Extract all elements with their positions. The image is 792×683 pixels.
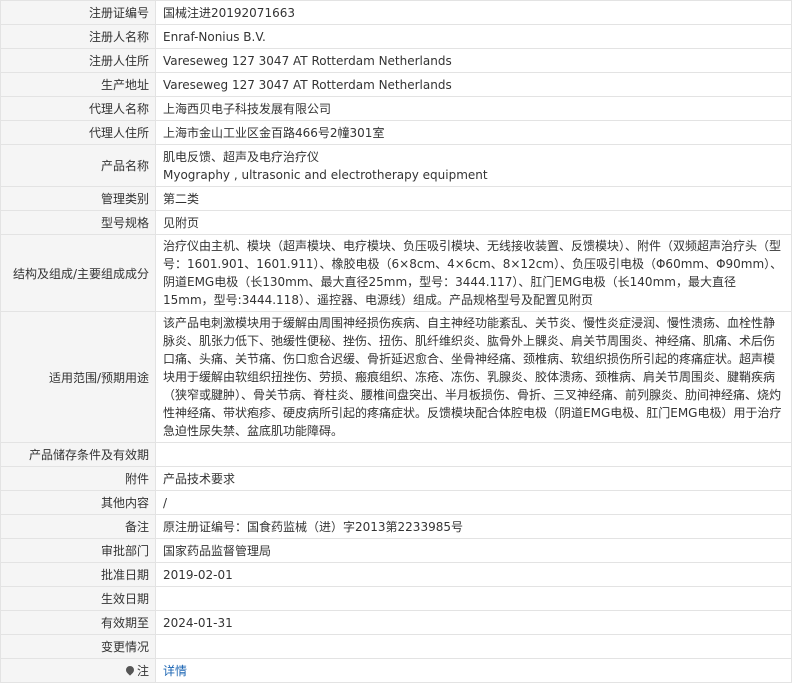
table-row: 备注 原注册证编号：国食药监械（进）字2013第2233985号 bbox=[0, 514, 792, 539]
note-label-text: 注 bbox=[136, 664, 149, 678]
registration-table: 注册证编号 国械注进20192071663 注册人名称 Enraf-Nonius… bbox=[0, 0, 792, 683]
field-value: Enraf-Nonius B.V. bbox=[155, 24, 792, 49]
field-label: 型号规格 bbox=[0, 210, 156, 235]
field-label: 审批部门 bbox=[0, 538, 156, 563]
field-value bbox=[155, 634, 792, 659]
table-row: 审批部门 国家药品监督管理局 bbox=[0, 538, 792, 563]
table-row: 产品名称 肌电反馈、超声及电疗治疗仪 Myography , ultrasoni… bbox=[0, 144, 792, 187]
field-label: 管理类别 bbox=[0, 186, 156, 211]
field-label: 代理人住所 bbox=[0, 120, 156, 145]
field-label: 变更情况 bbox=[0, 634, 156, 659]
field-label: 备注 bbox=[0, 514, 156, 539]
note-label: 注 bbox=[0, 658, 156, 683]
field-label: 生产地址 bbox=[0, 72, 156, 97]
table-row: 批准日期 2019-02-01 bbox=[0, 562, 792, 587]
field-label: 结构及组成/主要组成成分 bbox=[0, 234, 156, 312]
table-row: 注 详情 bbox=[0, 658, 792, 683]
field-label: 适用范围/预期用途 bbox=[0, 311, 156, 443]
table-row: 生效日期 bbox=[0, 586, 792, 611]
field-value: 上海市金山工业区金百路466号2幢301室 bbox=[155, 120, 792, 145]
table-row: 代理人名称 上海西贝电子科技发展有限公司 bbox=[0, 96, 792, 121]
field-value: Vareseweg 127 3047 AT Rotterdam Netherla… bbox=[155, 72, 792, 97]
table-row: 注册人名称 Enraf-Nonius B.V. bbox=[0, 24, 792, 49]
table-row: 适用范围/预期用途 该产品电刺激模块用于缓解由周围神经损伤疾病、自主神经功能紊乱… bbox=[0, 311, 792, 443]
field-value: 上海西贝电子科技发展有限公司 bbox=[155, 96, 792, 121]
field-value: 详情 bbox=[155, 658, 792, 683]
field-label: 批准日期 bbox=[0, 562, 156, 587]
field-value: 肌电反馈、超声及电疗治疗仪 Myography , ultrasonic and… bbox=[155, 144, 792, 187]
field-value: 2024-01-31 bbox=[155, 610, 792, 635]
field-label: 注册证编号 bbox=[0, 0, 156, 25]
table-row: 生产地址 Vareseweg 127 3047 AT Rotterdam Net… bbox=[0, 72, 792, 97]
field-value: 第二类 bbox=[155, 186, 792, 211]
product-name-en: Myography , ultrasonic and electrotherap… bbox=[163, 167, 488, 182]
field-value bbox=[155, 442, 792, 467]
field-value: 治疗仪由主机、模块（超声模块、电疗模块、负压吸引模块、无线接收装置、反馈模块）、… bbox=[155, 234, 792, 312]
table-row: 变更情况 bbox=[0, 634, 792, 659]
field-label: 附件 bbox=[0, 466, 156, 491]
field-value: 国家药品监督管理局 bbox=[155, 538, 792, 563]
field-value: Vareseweg 127 3047 AT Rotterdam Netherla… bbox=[155, 48, 792, 73]
table-row: 结构及组成/主要组成成分 治疗仪由主机、模块（超声模块、电疗模块、负压吸引模块、… bbox=[0, 234, 792, 312]
field-label: 产品储存条件及有效期 bbox=[0, 442, 156, 467]
table-row: 管理类别 第二类 bbox=[0, 186, 792, 211]
field-value: 2019-02-01 bbox=[155, 562, 792, 587]
table-row: 代理人住所 上海市金山工业区金百路466号2幢301室 bbox=[0, 120, 792, 145]
field-label: 注册人名称 bbox=[0, 24, 156, 49]
table-row: 注册证编号 国械注进20192071663 bbox=[0, 0, 792, 25]
field-label: 其他内容 bbox=[0, 490, 156, 515]
field-value: 产品技术要求 bbox=[155, 466, 792, 491]
field-value: 国械注进20192071663 bbox=[155, 0, 792, 25]
field-label: 注册人住所 bbox=[0, 48, 156, 73]
table-row: 型号规格 见附页 bbox=[0, 210, 792, 235]
pin-icon bbox=[124, 664, 136, 676]
field-value: / bbox=[155, 490, 792, 515]
field-value: 原注册证编号：国食药监械（进）字2013第2233985号 bbox=[155, 514, 792, 539]
field-value: 见附页 bbox=[155, 210, 792, 235]
field-label: 产品名称 bbox=[0, 144, 156, 187]
table-row: 附件 产品技术要求 bbox=[0, 466, 792, 491]
field-value: 该产品电刺激模块用于缓解由周围神经损伤疾病、自主神经功能紊乱、关节炎、慢性炎症浸… bbox=[155, 311, 792, 443]
field-value bbox=[155, 586, 792, 611]
field-label: 代理人名称 bbox=[0, 96, 156, 121]
table-row: 注册人住所 Vareseweg 127 3047 AT Rotterdam Ne… bbox=[0, 48, 792, 73]
table-row: 产品储存条件及有效期 bbox=[0, 442, 792, 467]
field-label: 有效期至 bbox=[0, 610, 156, 635]
field-label: 生效日期 bbox=[0, 586, 156, 611]
details-link[interactable]: 详情 bbox=[163, 664, 187, 678]
table-row: 其他内容 / bbox=[0, 490, 792, 515]
table-row: 有效期至 2024-01-31 bbox=[0, 610, 792, 635]
product-name-cn: 肌电反馈、超声及电疗治疗仪 bbox=[163, 149, 320, 164]
